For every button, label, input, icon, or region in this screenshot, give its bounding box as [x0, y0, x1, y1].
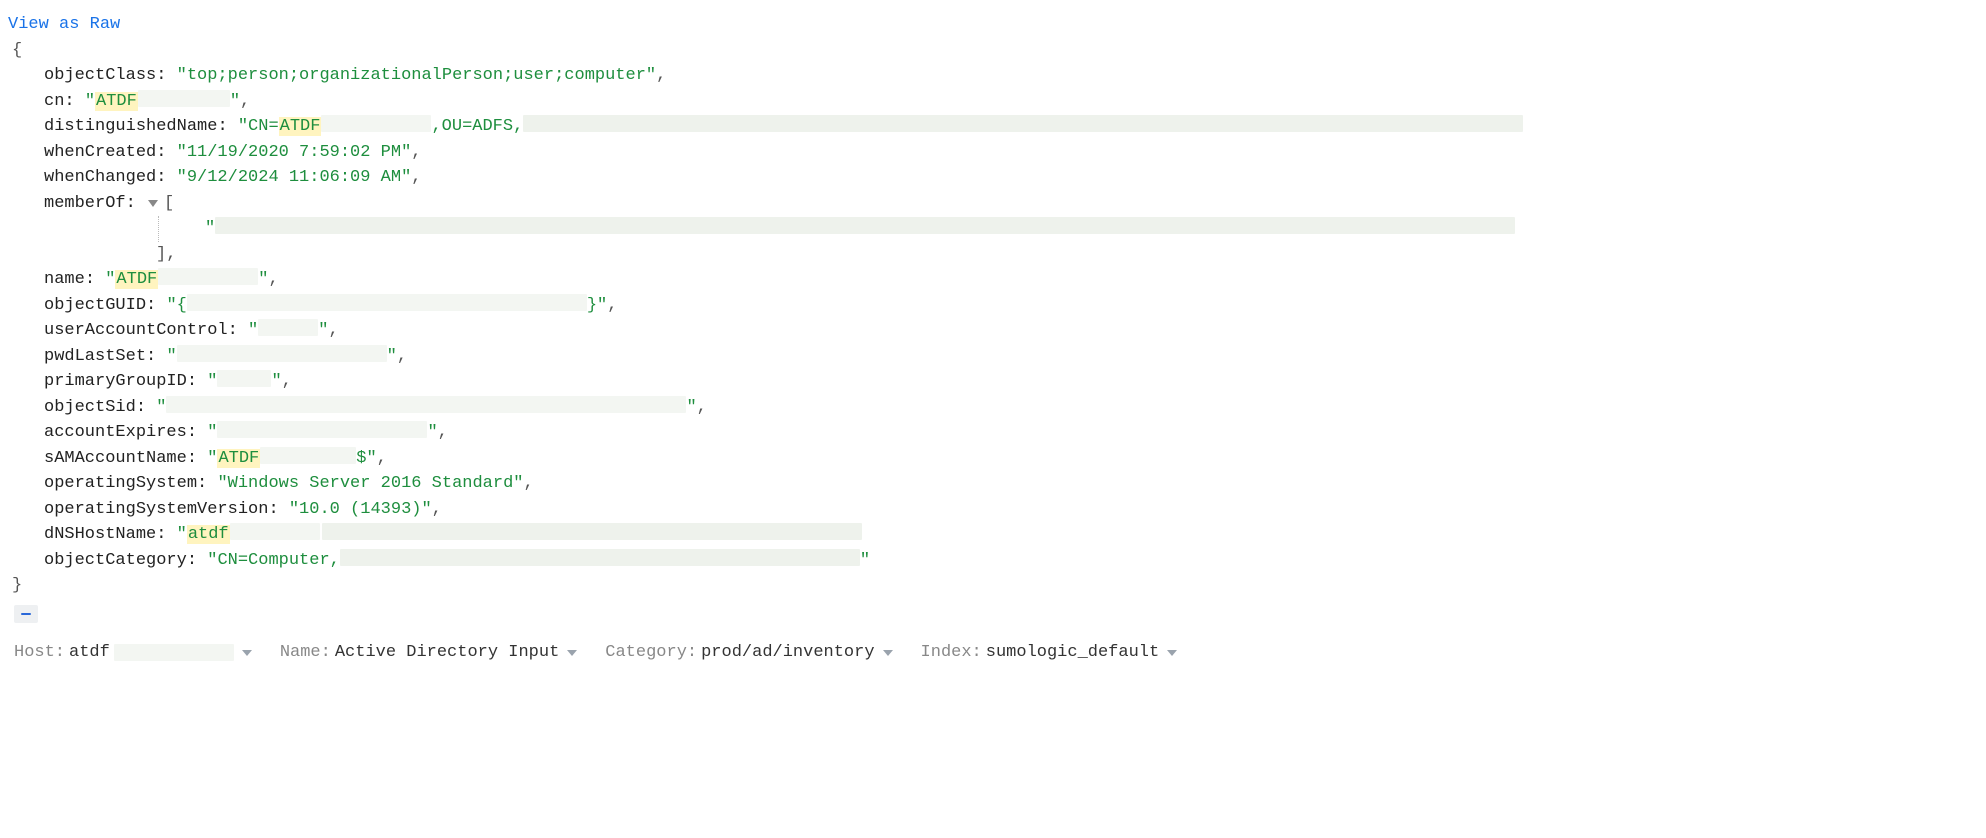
- meta-name-value: Active Directory Input: [335, 640, 559, 666]
- metadata-bar: Host:atdf Name:Active Directory Input Ca…: [8, 634, 1978, 678]
- meta-category-label: Category:: [605, 640, 697, 666]
- chevron-down-icon: [1167, 650, 1177, 656]
- field-objectClass: objectClass: "top;person;organizationalP…: [44, 63, 1978, 89]
- field-distinguishedName: distinguishedName: "CN=ATDF,OU=ADFS,: [44, 114, 1978, 140]
- redacted-segment: [215, 217, 1515, 234]
- redacted-segment: [217, 370, 271, 387]
- meta-host-label: Host:: [14, 640, 65, 666]
- value-dn-mid: ,OU=ADFS,: [431, 117, 523, 136]
- brace-open: {: [12, 41, 22, 60]
- key-memberOf: memberOf: [44, 191, 126, 217]
- field-pwdLastSet: pwdLastSet: "",: [44, 344, 1978, 370]
- key-accountExpires: accountExpires: [44, 423, 187, 442]
- field-cn: cn: "ATDF",: [44, 89, 1978, 115]
- field-operatingSystemVersion: operatingSystemVersion: "10.0 (14393)",: [44, 497, 1978, 523]
- redacted-segment: [138, 90, 230, 107]
- key-pwdLastSet: pwdLastSet: [44, 347, 146, 366]
- field-objectSid: objectSid: "",: [44, 395, 1978, 421]
- field-memberOf: memberOf: [: [44, 191, 1978, 217]
- key-objectSid: objectSid: [44, 398, 136, 417]
- value-objectClass: top;person;organizationalPerson;user;com…: [187, 66, 646, 85]
- meta-name[interactable]: Name:Active Directory Input: [280, 640, 577, 666]
- view-as-raw-link[interactable]: View as Raw: [8, 12, 1978, 38]
- memberOf-quote: ": [205, 219, 215, 238]
- array-close-text: ],: [156, 245, 176, 264]
- redacted-segment: [166, 396, 686, 413]
- key-primaryGroupID: primaryGroupID: [44, 372, 187, 391]
- redacted-segment: [322, 523, 862, 540]
- collapse-button[interactable]: [14, 605, 38, 623]
- array-open: [: [164, 191, 174, 217]
- value-whenChanged: 9/12/2024 11:06:09 AM: [187, 168, 401, 187]
- value-whenCreated: 11/19/2020 7:59:02 PM: [187, 143, 401, 162]
- field-objectCategory: objectCategory: "CN=Computer,": [44, 548, 1978, 574]
- guid-close: }: [587, 296, 597, 315]
- field-objectGUID: objectGUID: "{}",: [44, 293, 1978, 319]
- field-operatingSystem: operatingSystem: "Windows Server 2016 St…: [44, 471, 1978, 497]
- key-name: name: [44, 270, 85, 289]
- key-operatingSystemVersion: operatingSystemVersion: [44, 500, 268, 519]
- meta-host-value: atdf: [69, 640, 110, 666]
- redacted-segment: [114, 644, 234, 661]
- chevron-down-icon: [242, 650, 252, 656]
- value-cn-highlight: ATDF: [95, 92, 138, 111]
- redacted-segment: [158, 268, 258, 285]
- value-dn-highlight: ATDF: [279, 117, 322, 136]
- redacted-segment: [258, 319, 318, 336]
- guid-open: {: [177, 296, 187, 315]
- value-objectCategory-prefix: CN=Computer,: [217, 551, 339, 570]
- key-whenCreated: whenCreated: [44, 143, 156, 162]
- value-sam-suffix: $: [356, 449, 366, 468]
- key-objectCategory: objectCategory: [44, 551, 187, 570]
- chevron-down-icon: [567, 650, 577, 656]
- field-dNSHostName: dNSHostName: "atdf: [44, 522, 1978, 548]
- redacted-segment: [340, 549, 860, 566]
- value-dns-highlight: atdf: [187, 525, 230, 544]
- redacted-segment: [260, 447, 356, 464]
- collapse-toggle-icon[interactable]: [148, 200, 158, 207]
- redacted-segment: [523, 115, 1523, 132]
- field-whenChanged: whenChanged: "9/12/2024 11:06:09 AM",: [44, 165, 1978, 191]
- memberOf-item: ": [158, 216, 1978, 242]
- meta-name-label: Name:: [280, 640, 331, 666]
- meta-index-value: sumologic_default: [986, 640, 1159, 666]
- key-operatingSystem: operatingSystem: [44, 474, 197, 493]
- array-close: ],: [156, 242, 1978, 268]
- value-operatingSystem: Windows Server 2016 Standard: [228, 474, 514, 493]
- brace-close: }: [12, 576, 22, 595]
- redacted-segment: [217, 421, 427, 438]
- redacted-segment: [230, 523, 320, 540]
- field-whenCreated: whenCreated: "11/19/2020 7:59:02 PM",: [44, 140, 1978, 166]
- key-objectClass: objectClass: [44, 66, 156, 85]
- meta-index[interactable]: Index:sumologic_default: [921, 640, 1178, 666]
- redacted-segment: [177, 345, 387, 362]
- field-userAccountControl: userAccountControl: "",: [44, 318, 1978, 344]
- log-event-detail: View as Raw { objectClass: "top;person;o…: [0, 0, 1986, 686]
- field-accountExpires: accountExpires: "",: [44, 420, 1978, 446]
- field-primaryGroupID: primaryGroupID: "",: [44, 369, 1978, 395]
- json-viewer: { objectClass: "top;person;organizationa…: [8, 38, 1978, 599]
- meta-category-value: prod/ad/inventory: [701, 640, 874, 666]
- key-userAccountControl: userAccountControl: [44, 321, 228, 340]
- meta-host[interactable]: Host:atdf: [14, 640, 252, 666]
- value-sam-highlight: ATDF: [217, 449, 260, 468]
- value-dn-prefix: CN=: [248, 117, 279, 136]
- value-operatingSystemVersion: 10.0 (14393): [299, 500, 421, 519]
- chevron-down-icon: [883, 650, 893, 656]
- key-distinguishedName: distinguishedName: [44, 117, 217, 136]
- key-sAMAccountName: sAMAccountName: [44, 449, 187, 468]
- redacted-segment: [187, 294, 587, 311]
- redacted-segment: [321, 115, 431, 132]
- meta-index-label: Index:: [921, 640, 982, 666]
- field-sAMAccountName: sAMAccountName: "ATDF$",: [44, 446, 1978, 472]
- value-name-highlight: ATDF: [115, 270, 158, 289]
- key-objectGUID: objectGUID: [44, 296, 146, 315]
- field-name: name: "ATDF",: [44, 267, 1978, 293]
- key-whenChanged: whenChanged: [44, 168, 156, 187]
- key-cn: cn: [44, 92, 64, 111]
- minus-icon: [21, 613, 31, 615]
- key-dNSHostName: dNSHostName: [44, 525, 156, 544]
- meta-category[interactable]: Category:prod/ad/inventory: [605, 640, 892, 666]
